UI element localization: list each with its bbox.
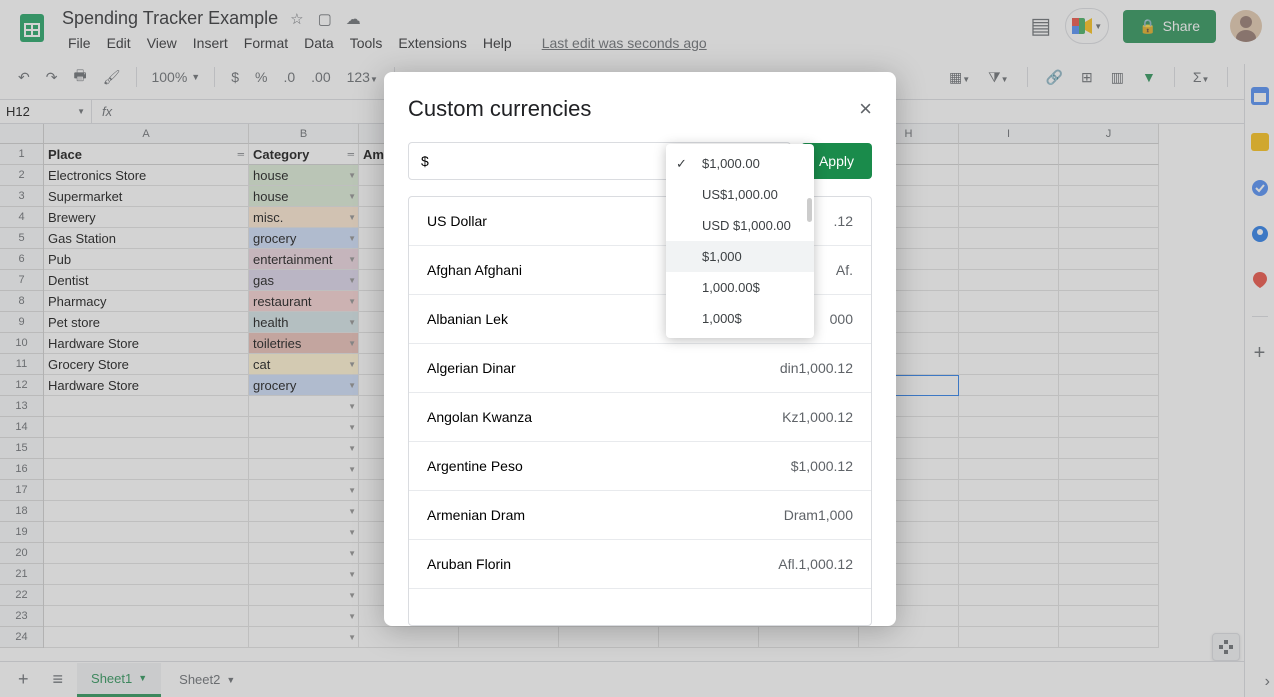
close-icon[interactable]: × bbox=[859, 96, 872, 122]
currency-option[interactable]: Armenian DramDram1,000 bbox=[409, 491, 871, 540]
scrollbar-thumb[interactable] bbox=[807, 198, 812, 222]
dialog-title: Custom currencies bbox=[408, 96, 591, 122]
format-option[interactable]: 1,000$ bbox=[666, 303, 814, 334]
format-option[interactable]: USD $1,000.00 bbox=[666, 210, 814, 241]
format-option[interactable]: 1,000.00$ bbox=[666, 272, 814, 303]
currency-option[interactable]: Angolan KwanzaKz1,000.12 bbox=[409, 393, 871, 442]
currency-option[interactable]: Argentine Peso$1,000.12 bbox=[409, 442, 871, 491]
format-option[interactable]: $1,000 bbox=[666, 241, 814, 272]
format-option[interactable]: $1,000.00✓ bbox=[666, 148, 814, 179]
currency-format-menu: $1,000.00✓US$1,000.00USD $1,000.00$1,000… bbox=[666, 144, 814, 338]
custom-currencies-dialog: Custom currencies × Apply US Dollar.12Af… bbox=[384, 72, 896, 626]
currency-option[interactable]: Algerian Dinardin1,000.12 bbox=[409, 344, 871, 393]
format-option[interactable]: US$1,000.00 bbox=[666, 179, 814, 210]
currency-option[interactable]: Aruban FlorinAfl.1,000.12 bbox=[409, 540, 871, 589]
check-icon: ✓ bbox=[676, 156, 687, 172]
